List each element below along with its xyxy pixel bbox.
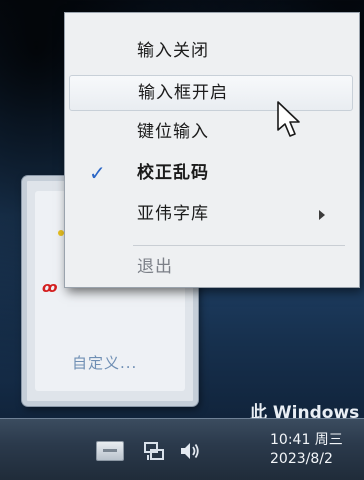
background-logo-icon: ꝏ: [42, 280, 58, 296]
menu-item-label: 亚伟字库: [137, 204, 209, 224]
menu-item-label: 键位输入: [137, 122, 209, 142]
menu-item-yawei-font[interactable]: 亚伟字库: [69, 196, 353, 232]
menu-item-label: 校正乱码: [137, 163, 209, 183]
customize-link[interactable]: 自定义...: [72, 352, 137, 373]
menu-item-fix-garbled[interactable]: ✓ 校正乱码: [69, 155, 353, 191]
checkmark-icon: ✓: [89, 161, 107, 185]
menu-item-label: 输入关闭: [137, 41, 209, 61]
menu-item-input-box-on[interactable]: 输入框开启: [69, 75, 353, 111]
menu-item-label: 退出: [137, 257, 173, 277]
menu-separator: [133, 245, 345, 246]
submenu-arrow-icon: [319, 210, 325, 220]
mouse-cursor-icon: [277, 101, 300, 137]
clock-time[interactable]: 10:41 周三: [270, 429, 343, 449]
volume-icon[interactable]: [178, 439, 202, 463]
clock-date[interactable]: 2023/8/2: [270, 451, 333, 467]
menu-item-input-off[interactable]: 输入关闭: [69, 33, 353, 69]
taskbar: 10:41 周三 2023/8/2: [0, 418, 364, 480]
ime-context-menu: 输入关闭 输入框开启 键位输入 ✓ 校正乱码 亚伟字库 退出: [64, 12, 360, 288]
network-icon[interactable]: [142, 439, 166, 463]
keyboard-icon[interactable]: [96, 441, 124, 461]
menu-item-exit[interactable]: 退出: [69, 249, 353, 285]
menu-item-key-input[interactable]: 键位输入: [69, 114, 353, 150]
menu-item-label: 输入框开启: [138, 83, 228, 103]
